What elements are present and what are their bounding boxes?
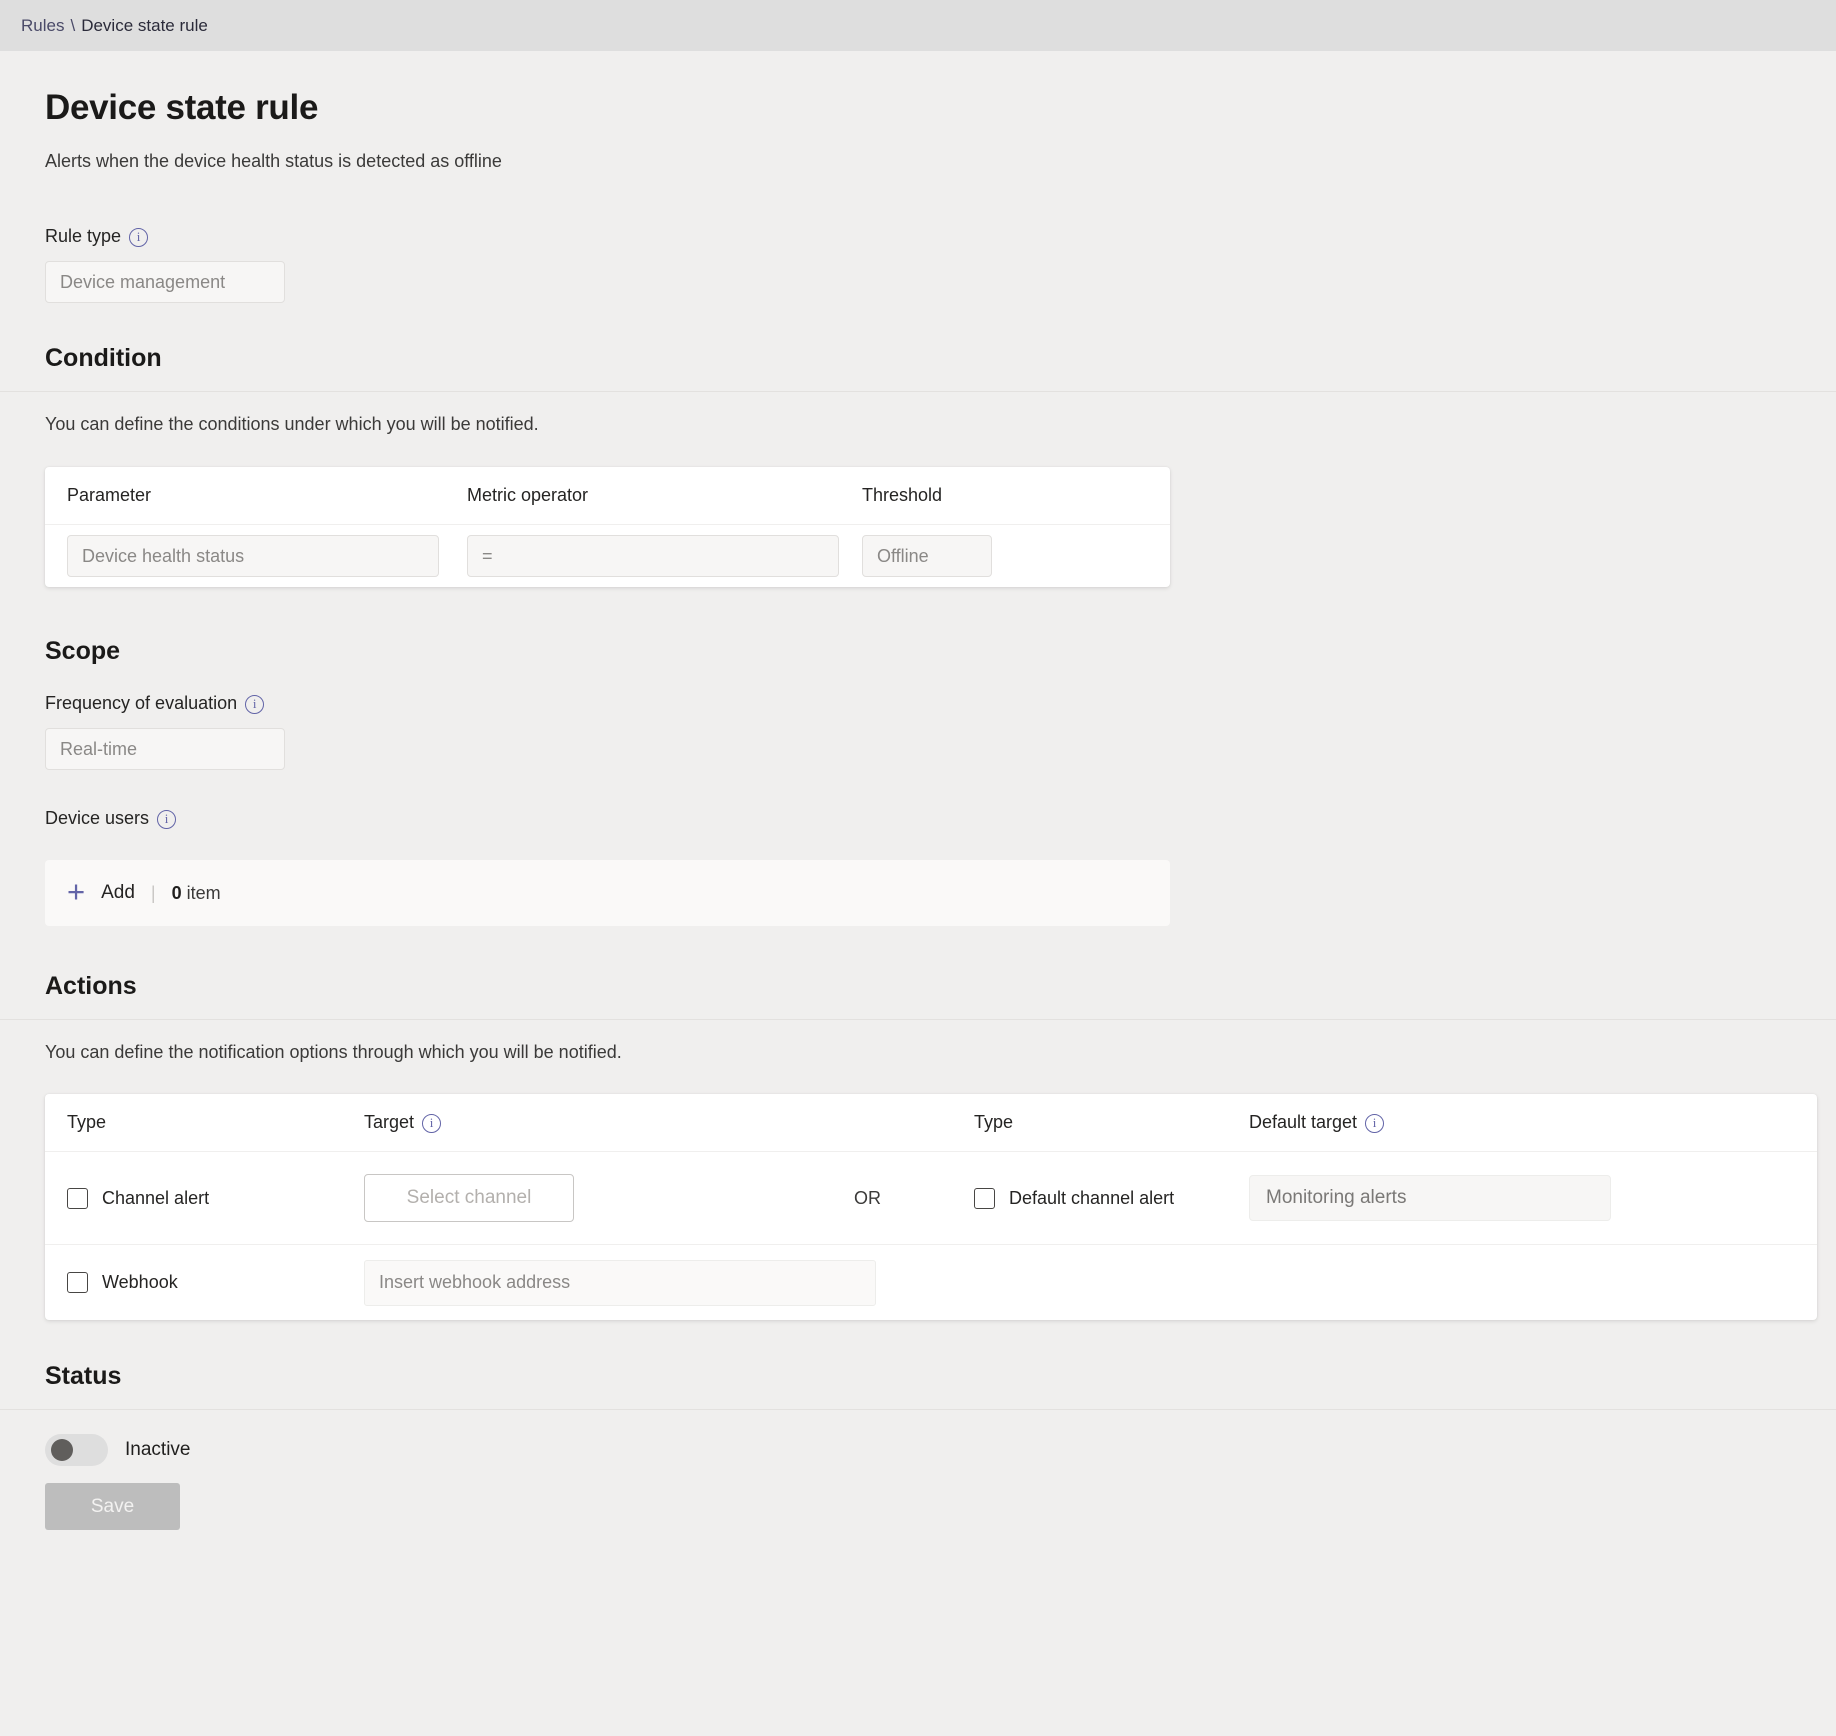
channel-alert-type-cell: Channel alert — [67, 1187, 364, 1209]
webhook-type-cell: Webhook — [67, 1272, 364, 1293]
column-header-target: Target — [364, 1112, 415, 1132]
actions-description: You can define the notification options … — [45, 1042, 622, 1062]
page-title: Device state rule — [45, 88, 319, 127]
plus-icon[interactable]: + — [67, 876, 85, 907]
column-header-default-target: Default target — [1249, 1112, 1358, 1132]
condition-table-row: Device health status = Offline — [45, 525, 1170, 587]
channel-alert-label: Channel alert — [102, 1187, 210, 1208]
column-header-default-target-group: Default target i — [1249, 1112, 1649, 1133]
default-target-cell: Monitoring alerts — [1249, 1175, 1649, 1221]
device-users-label: Device users — [45, 808, 150, 828]
channel-alert-checkbox-wrap[interactable]: Channel alert — [67, 1187, 364, 1209]
breadcrumb-current: Device state rule — [81, 15, 208, 35]
condition-heading: Condition — [45, 344, 162, 372]
info-icon[interactable]: i — [157, 810, 177, 829]
or-label: OR — [854, 1187, 881, 1208]
column-header-target-group: Target i — [364, 1112, 854, 1133]
metric-operator-input[interactable]: = — [467, 535, 839, 577]
parameter-input[interactable]: Device health status — [67, 535, 439, 577]
column-header-metric-operator: Metric operator — [467, 485, 589, 505]
frequency-of-evaluation-input[interactable]: Real-time — [45, 728, 285, 770]
default-channel-alert-cell: Default channel alert — [974, 1187, 1249, 1209]
device-users-toolbar: + Add | 0 item — [45, 860, 1170, 926]
column-header-type: Type — [67, 1112, 107, 1132]
webhook-checkbox[interactable] — [67, 1272, 88, 1293]
cell-metric-operator: = — [467, 535, 862, 577]
rule-type-label: Rule type — [45, 226, 122, 246]
status-toggle-row: Inactive — [45, 1434, 1812, 1466]
info-icon[interactable]: i — [129, 228, 149, 247]
webhook-target-cell: Insert webhook address — [364, 1259, 1264, 1306]
info-icon[interactable]: i — [1365, 1114, 1385, 1133]
table-row: Channel alert Select channel OR Default … — [45, 1152, 1817, 1244]
status-toggle[interactable] — [45, 1434, 108, 1466]
column-header-threshold: Threshold — [862, 485, 943, 505]
save-button[interactable]: Save — [45, 1483, 180, 1530]
actions-table-header: Type Target i Type Default target i — [45, 1094, 1817, 1152]
webhook-label: Webhook — [102, 1272, 178, 1292]
breadcrumb-link-rules[interactable]: Rules — [21, 16, 64, 36]
actions-divider — [0, 1019, 1836, 1020]
toolbar-separator: | — [150, 882, 156, 903]
rule-type-input[interactable]: Device management — [45, 261, 285, 303]
info-icon[interactable]: i — [422, 1114, 442, 1133]
frequency-label-group: Frequency of evaluation i — [45, 693, 1812, 714]
page-subtitle: Alerts when the device health status is … — [45, 151, 502, 171]
default-channel-alert-checkbox-wrap[interactable]: Default channel alert — [974, 1187, 1249, 1209]
select-channel-button[interactable]: Select channel — [364, 1174, 574, 1222]
add-device-user-button[interactable]: Add — [101, 882, 135, 904]
device-users-count-value: 0 — [171, 882, 182, 903]
device-users-count: 0 item — [172, 883, 221, 904]
toggle-knob — [51, 1439, 73, 1461]
channel-alert-target-cell: Select channel — [364, 1174, 854, 1222]
frequency-of-evaluation-label: Frequency of evaluation — [45, 693, 238, 713]
info-icon[interactable]: i — [245, 695, 265, 714]
default-target-input[interactable]: Monitoring alerts — [1249, 1175, 1611, 1221]
condition-table: Parameter Metric operator Threshold Devi… — [45, 467, 1170, 587]
channel-alert-checkbox[interactable] — [67, 1187, 88, 1209]
page-content: Device state rule Alerts when the device… — [0, 88, 1836, 1736]
column-header-parameter: Parameter — [67, 485, 152, 505]
threshold-input[interactable]: Offline — [862, 535, 992, 577]
status-toggle-label: Inactive — [125, 1439, 191, 1460]
default-channel-alert-label: Default channel alert — [1009, 1187, 1175, 1208]
default-channel-alert-checkbox[interactable] — [974, 1187, 995, 1209]
device-users-label-group: Device users i — [45, 808, 1812, 829]
scope-heading: Scope — [45, 637, 121, 665]
breadcrumb-separator: \ — [70, 15, 76, 35]
actions-heading: Actions — [45, 972, 137, 1000]
column-header-type-2: Type — [974, 1112, 1014, 1132]
webhook-checkbox-wrap[interactable]: Webhook — [67, 1272, 364, 1293]
breadcrumb-bar: Rules \ Device state rule — [0, 0, 1836, 51]
rule-type-label-group: Rule type i — [45, 226, 1812, 247]
condition-divider — [0, 391, 1836, 392]
webhook-address-input[interactable]: Insert webhook address — [364, 1259, 876, 1306]
or-cell: OR — [854, 1188, 974, 1209]
actions-table: Type Target i Type Default target i Chan… — [45, 1094, 1817, 1320]
cell-parameter: Device health status — [67, 535, 467, 577]
table-row: Webhook Insert webhook address — [45, 1244, 1817, 1320]
status-divider — [0, 1409, 1836, 1410]
cell-threshold: Offline — [862, 535, 1062, 577]
condition-table-header: Parameter Metric operator Threshold — [45, 467, 1170, 525]
status-heading: Status — [45, 1362, 122, 1390]
condition-description: You can define the conditions under whic… — [45, 414, 539, 434]
device-users-count-unit: item — [186, 882, 221, 903]
